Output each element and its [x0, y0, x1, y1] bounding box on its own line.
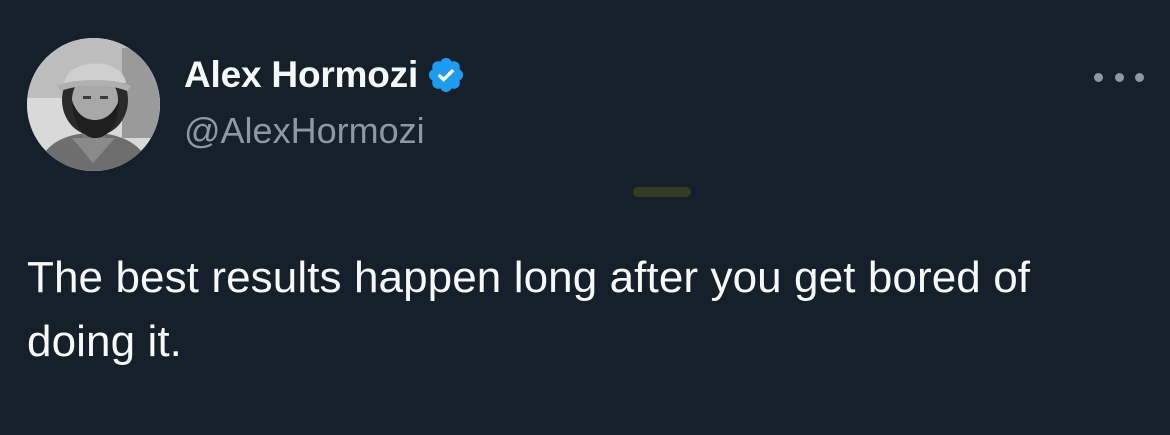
author-display-name[interactable]: Alex Hormozi [184, 54, 418, 96]
author-handle[interactable]: @AlexHormozi [184, 110, 425, 152]
verified-badge-icon[interactable] [426, 55, 466, 95]
avatar[interactable] [27, 38, 160, 171]
more-dot [1135, 72, 1144, 82]
more-options-icon[interactable] [1094, 62, 1144, 92]
screen-smudge [633, 187, 691, 197]
tweet-card: Alex Hormozi @AlexHormozi The best resul… [0, 0, 1170, 435]
more-dot [1114, 72, 1124, 82]
author-name-row: Alex Hormozi [184, 52, 466, 98]
avatar-photo [27, 38, 160, 171]
more-dot [1094, 72, 1103, 82]
tweet-text: The best results happen long after you g… [27, 253, 1031, 366]
